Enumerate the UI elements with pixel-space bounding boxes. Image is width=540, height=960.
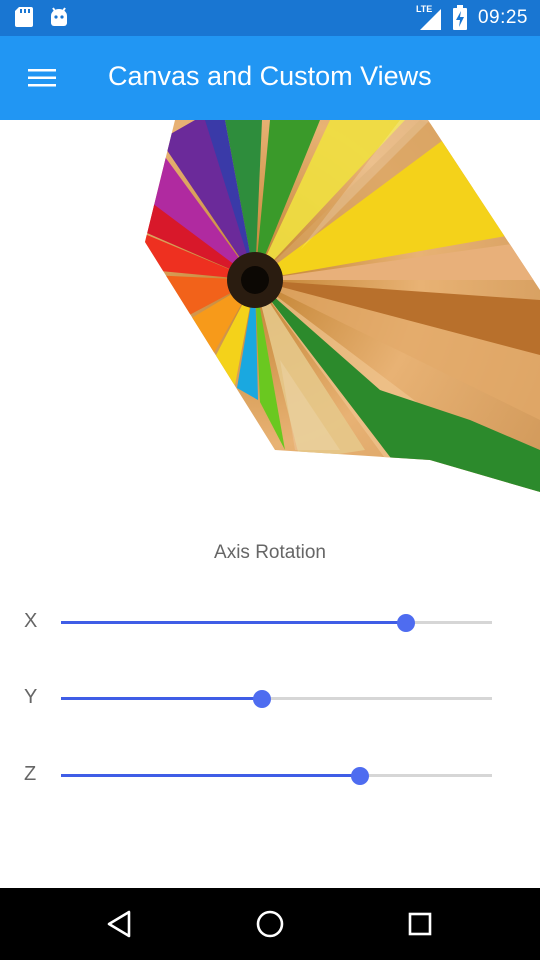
slider-row-y: Y xyxy=(0,678,540,718)
signal-lte-icon: LTE xyxy=(416,4,442,31)
recents-button[interactable] xyxy=(400,904,440,944)
status-time: 09:25 xyxy=(477,7,528,28)
home-icon xyxy=(256,910,284,938)
slider-label-z: Z xyxy=(24,763,37,785)
slider-y-track[interactable] xyxy=(61,689,492,708)
slider-z-thumb[interactable] xyxy=(351,766,370,785)
slider-label-x: X xyxy=(24,610,38,632)
slider-row-x: X xyxy=(0,602,540,642)
android-icon xyxy=(51,7,67,26)
back-button[interactable] xyxy=(100,904,140,944)
canvas-view xyxy=(0,120,540,510)
axis-rotation-title: Axis Rotation xyxy=(214,542,326,563)
slider-y-fill xyxy=(61,697,263,700)
slider-z-track[interactable] xyxy=(61,766,492,785)
menu-button[interactable] xyxy=(20,58,64,98)
slider-x-fill xyxy=(61,621,406,624)
colored-pencils-image xyxy=(145,120,540,492)
slider-x-track[interactable] xyxy=(61,613,492,632)
slider-z-fill xyxy=(61,774,361,777)
status-bar: LTE 09:25 xyxy=(0,0,540,36)
recents-icon xyxy=(408,912,432,936)
slider-x-thumb[interactable] xyxy=(396,613,415,632)
sd-card-icon xyxy=(15,7,33,27)
status-left-icons xyxy=(14,6,70,28)
navigation-bar xyxy=(0,888,540,960)
hamburger-menu-icon xyxy=(28,69,56,87)
status-right: LTE 09:25 xyxy=(416,0,528,36)
app-bar: Canvas and Custom Views xyxy=(0,36,540,120)
back-icon xyxy=(107,910,131,938)
slider-y-thumb[interactable] xyxy=(253,689,272,708)
home-button[interactable] xyxy=(250,904,290,944)
battery-charging-icon xyxy=(452,5,467,30)
app-title: Canvas and Custom Views xyxy=(108,61,432,91)
slider-row-z: Z xyxy=(0,755,540,795)
slider-label-y: Y xyxy=(24,686,38,708)
